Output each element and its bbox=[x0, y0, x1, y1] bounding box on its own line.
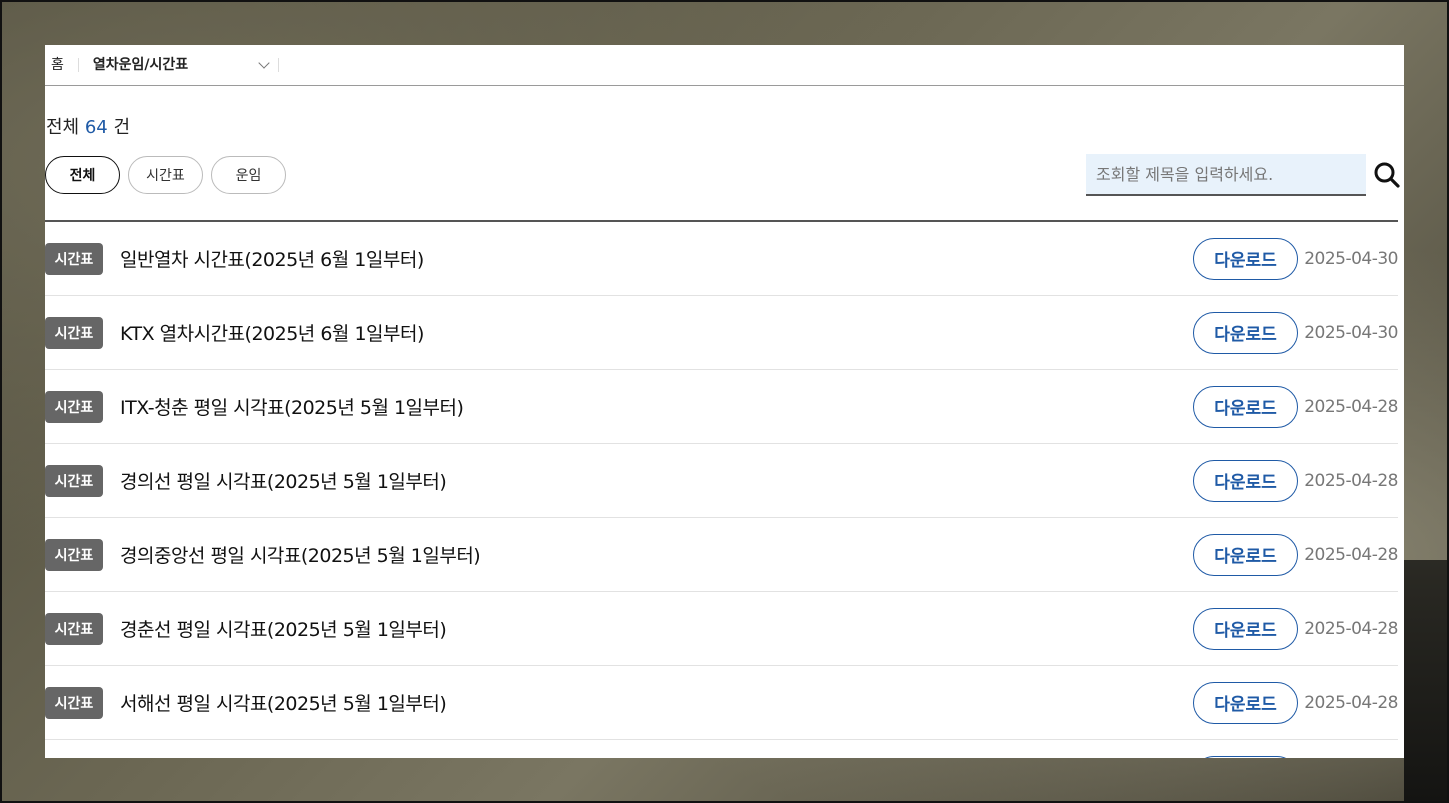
post-list: 시간표 일반열차 시간표(2025년 6월 1일부터) 다운로드 2025-04… bbox=[45, 220, 1398, 758]
filter-fare-button[interactable]: 운임 bbox=[211, 156, 286, 194]
category-badge: 시간표 bbox=[45, 686, 103, 719]
filter-tabs: 전체 시간표 운임 bbox=[45, 156, 286, 194]
list-item-partial bbox=[45, 740, 1398, 758]
category-badge: 시간표 bbox=[45, 612, 103, 645]
post-date: 2025-04-28 bbox=[1304, 470, 1398, 491]
post-date: 2025-04-28 bbox=[1304, 544, 1398, 565]
filter-timetable-button[interactable]: 시간표 bbox=[128, 156, 203, 194]
category-badge: 시간표 bbox=[45, 390, 103, 423]
chevron-down-icon bbox=[258, 57, 270, 69]
search-icon bbox=[1374, 162, 1400, 188]
post-title-link[interactable]: 경의중앙선 평일 시각표(2025년 5월 1일부터) bbox=[120, 541, 481, 568]
list-item: 시간표 KTX 열차시간표(2025년 6월 1일부터) 다운로드 2025-0… bbox=[45, 296, 1398, 370]
list-item: 시간표 ITX-청춘 평일 시각표(2025년 5월 1일부터) 다운로드 20… bbox=[45, 370, 1398, 444]
page-panel: 홈 열차운임/시간표 전체 64 건 전체 시간표 운임 시간표 일반열차 시간… bbox=[45, 45, 1404, 758]
total-count: 전체 64 건 bbox=[46, 113, 130, 139]
search-box bbox=[1086, 154, 1366, 196]
download-button[interactable]: 다운로드 bbox=[1193, 681, 1298, 724]
post-title-link[interactable]: 서해선 평일 시각표(2025년 5월 1일부터) bbox=[120, 689, 447, 716]
download-button[interactable]: 다운로드 bbox=[1193, 607, 1298, 650]
list-item: 시간표 서해선 평일 시각표(2025년 5월 1일부터) 다운로드 2025-… bbox=[45, 666, 1398, 740]
category-badge: 시간표 bbox=[45, 464, 103, 497]
download-button[interactable]: 다운로드 bbox=[1193, 237, 1298, 280]
search-button[interactable] bbox=[1373, 161, 1401, 189]
post-date: 2025-04-30 bbox=[1304, 322, 1398, 343]
breadcrumb-home-link[interactable]: 홈 bbox=[45, 58, 79, 72]
breadcrumb-current-label: 열차운임/시간표 bbox=[92, 57, 189, 73]
total-suffix: 건 bbox=[113, 117, 131, 138]
category-badge: 시간표 bbox=[45, 316, 103, 349]
list-item: 시간표 경의선 평일 시각표(2025년 5월 1일부터) 다운로드 2025-… bbox=[45, 444, 1398, 518]
category-badge: 시간표 bbox=[45, 538, 103, 571]
total-number: 64 bbox=[84, 117, 108, 138]
download-button-partial[interactable] bbox=[1193, 756, 1298, 758]
post-date: 2025-04-28 bbox=[1304, 396, 1398, 417]
post-date: 2025-04-28 bbox=[1304, 692, 1398, 713]
desktop-background-shadow bbox=[1404, 560, 1449, 803]
download-button[interactable]: 다운로드 bbox=[1193, 459, 1298, 502]
post-date: 2025-04-30 bbox=[1304, 248, 1398, 269]
post-title-link[interactable]: KTX 열차시간표(2025년 6월 1일부터) bbox=[120, 319, 424, 346]
breadcrumb-current-dropdown[interactable]: 열차운임/시간표 bbox=[79, 57, 279, 73]
breadcrumb: 홈 열차운임/시간표 bbox=[45, 45, 1404, 86]
download-button[interactable]: 다운로드 bbox=[1193, 385, 1298, 428]
post-title-link[interactable]: ITX-청춘 평일 시각표(2025년 5월 1일부터) bbox=[120, 393, 464, 420]
post-date: 2025-04-28 bbox=[1304, 618, 1398, 639]
list-item: 시간표 일반열차 시간표(2025년 6월 1일부터) 다운로드 2025-04… bbox=[45, 222, 1398, 296]
download-button[interactable]: 다운로드 bbox=[1193, 533, 1298, 576]
post-title-link[interactable]: 경춘선 평일 시각표(2025년 5월 1일부터) bbox=[120, 615, 447, 642]
total-prefix: 전체 bbox=[46, 117, 80, 138]
list-item: 시간표 경의중앙선 평일 시각표(2025년 5월 1일부터) 다운로드 202… bbox=[45, 518, 1398, 592]
search-input[interactable] bbox=[1096, 164, 1366, 184]
post-title-link[interactable]: 일반열차 시간표(2025년 6월 1일부터) bbox=[120, 245, 424, 272]
list-item: 시간표 경춘선 평일 시각표(2025년 5월 1일부터) 다운로드 2025-… bbox=[45, 592, 1398, 666]
download-button[interactable]: 다운로드 bbox=[1193, 311, 1298, 354]
category-badge: 시간표 bbox=[45, 242, 103, 275]
post-title-link[interactable]: 경의선 평일 시각표(2025년 5월 1일부터) bbox=[120, 467, 447, 494]
filter-all-button[interactable]: 전체 bbox=[45, 156, 120, 194]
